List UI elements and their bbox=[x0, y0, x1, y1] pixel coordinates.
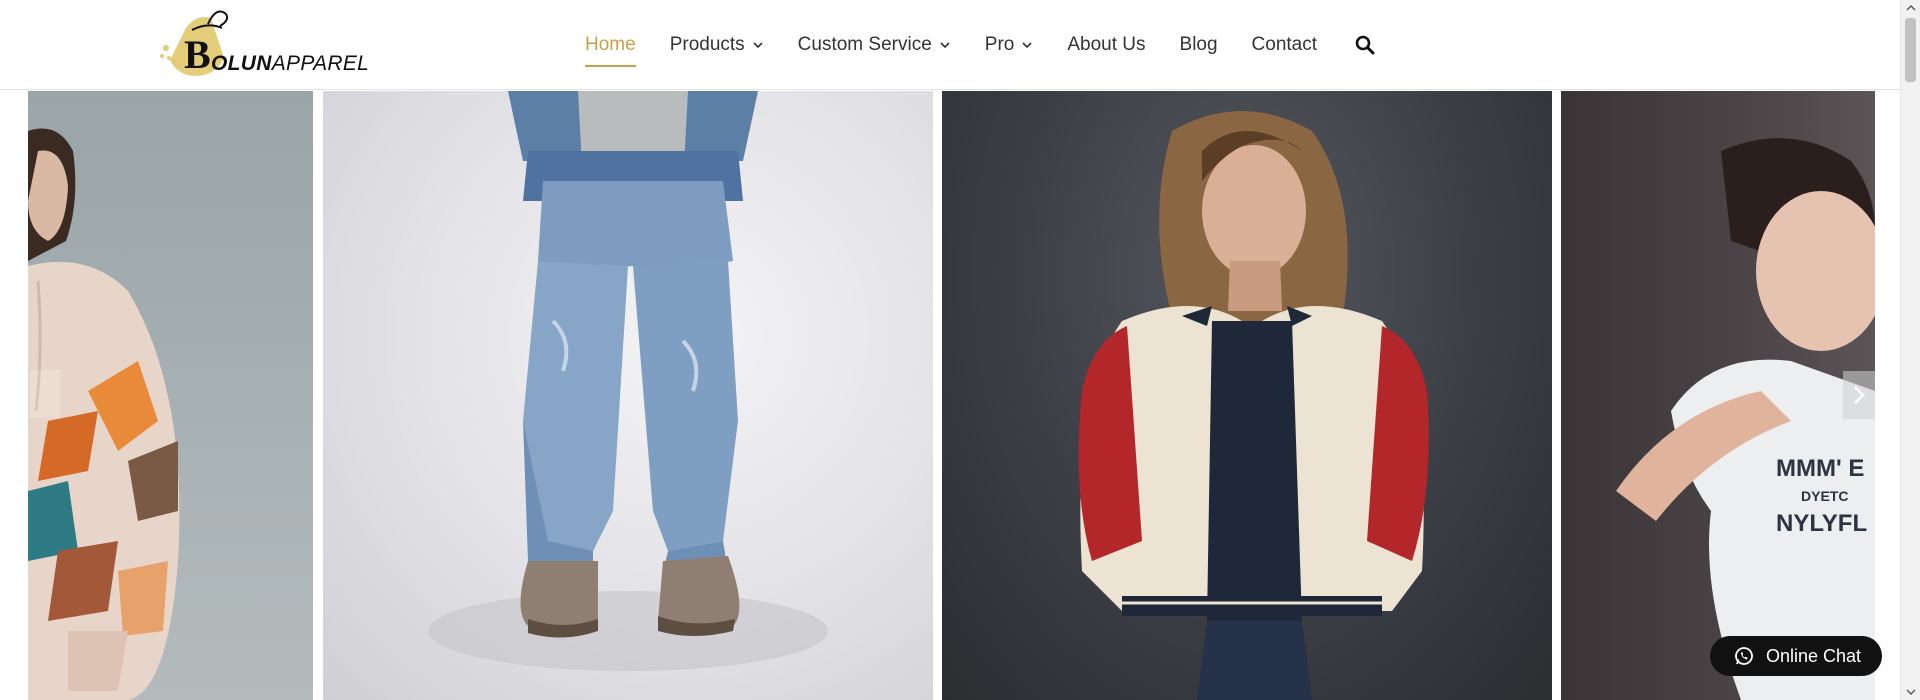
nav-item-custom-service[interactable]: Custom Service bbox=[798, 34, 951, 56]
svg-text:B: B bbox=[184, 32, 211, 77]
nav-item-products[interactable]: Products bbox=[670, 34, 764, 56]
nav-label: Contact bbox=[1251, 34, 1318, 55]
nav-label: Pro bbox=[984, 34, 1015, 55]
nav-item-pro[interactable]: Pro bbox=[985, 34, 1034, 56]
nav-item-contact[interactable]: Contact bbox=[1252, 34, 1317, 56]
page-scrollbar[interactable] bbox=[1900, 0, 1920, 700]
nav-label: Home bbox=[585, 34, 636, 55]
whatsapp-icon bbox=[1735, 647, 1753, 665]
carousel-next-button[interactable] bbox=[1843, 371, 1875, 419]
scroll-down-icon[interactable] bbox=[1906, 687, 1916, 697]
jeans-model-image bbox=[428, 91, 828, 671]
search-icon[interactable] bbox=[1354, 34, 1376, 56]
logo-text-regular: APPAREL bbox=[271, 52, 370, 75]
tshirt-model-image: MMM' E DYETC NYLYFL bbox=[1616, 138, 1875, 700]
nav-label: Products bbox=[669, 34, 745, 55]
nav-label: Blog bbox=[1179, 34, 1218, 55]
online-chat-label: Online Chat bbox=[1766, 645, 1862, 666]
gallery-slide-jeans[interactable] bbox=[323, 91, 933, 700]
nav-label: About Us bbox=[1067, 34, 1146, 55]
site-header: B OLUNAPPAREL Home Products Custom Servi… bbox=[0, 0, 1900, 90]
shirt-print-line-2: DYETC bbox=[1801, 488, 1848, 504]
chevron-down-icon bbox=[1022, 42, 1032, 49]
gallery-slide-tshirt[interactable]: MMM' E DYETC NYLYFL bbox=[1561, 91, 1875, 700]
hoodie-model-image bbox=[28, 128, 180, 700]
hero-gallery: MMM' E DYETC NYLYFL bbox=[28, 91, 1875, 700]
nav-item-home[interactable]: Home bbox=[585, 34, 636, 67]
nav-item-blog[interactable]: Blog bbox=[1180, 34, 1218, 56]
chevron-down-icon bbox=[753, 42, 763, 49]
shirt-print-line-3: NYLYFL bbox=[1776, 510, 1867, 537]
nav-item-about-us[interactable]: About Us bbox=[1067, 34, 1145, 56]
shirt-print-line-1: MMM' E bbox=[1776, 455, 1864, 482]
scroll-up-icon[interactable] bbox=[1906, 3, 1916, 13]
gallery-slide-hoodie[interactable] bbox=[28, 91, 313, 700]
carousel-prev-button[interactable] bbox=[30, 370, 60, 418]
scrollbar-thumb[interactable] bbox=[1905, 18, 1916, 82]
online-chat-button[interactable]: Online Chat bbox=[1710, 636, 1882, 676]
logo-wordmark: OLUNAPPAREL bbox=[211, 52, 369, 76]
gallery-slide-varsity-jacket[interactable] bbox=[942, 91, 1552, 700]
main-nav: Home Products Custom Service Pro About U… bbox=[585, 0, 1376, 90]
logo-text-bold: OLUN bbox=[211, 52, 272, 75]
page: B OLUNAPPAREL Home Products Custom Servi… bbox=[0, 0, 1920, 700]
varsity-jacket-model-image bbox=[1078, 111, 1429, 700]
chevron-down-icon bbox=[940, 42, 950, 49]
chevron-right-icon bbox=[1854, 386, 1865, 404]
nav-label: Custom Service bbox=[797, 34, 932, 55]
brand-logo[interactable]: B OLUNAPPAREL bbox=[156, 6, 369, 86]
